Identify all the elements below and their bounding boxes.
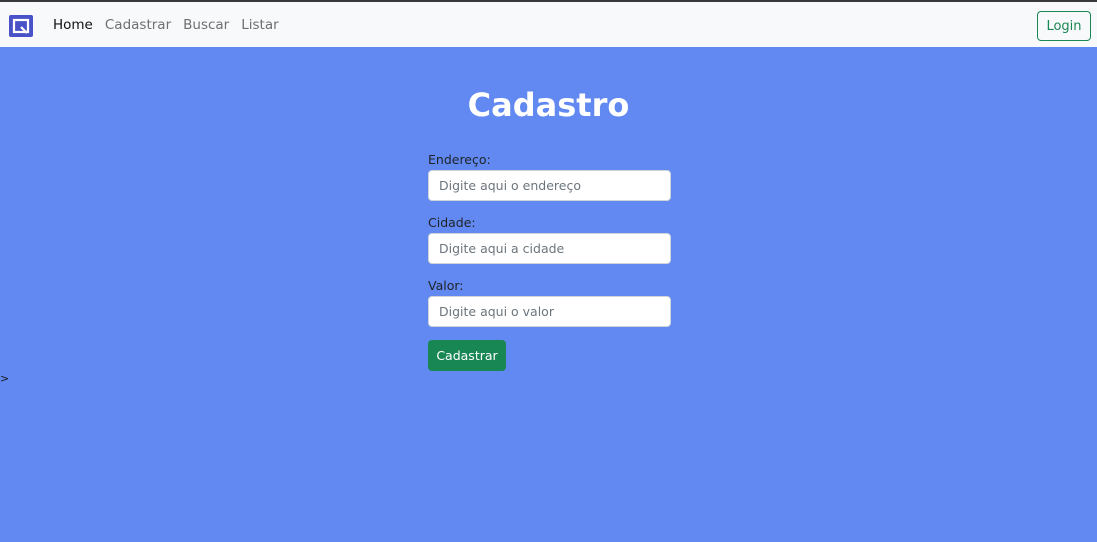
nav-link-listar[interactable]: Listar xyxy=(241,16,278,34)
navbar: Home Cadastrar Buscar Listar Login xyxy=(0,0,1097,47)
endereco-input[interactable] xyxy=(428,170,671,201)
login-button[interactable]: Login xyxy=(1037,11,1091,41)
cidade-input[interactable] xyxy=(428,233,671,264)
valor-input[interactable] xyxy=(428,296,671,327)
cidade-label: Cidade: xyxy=(428,215,476,230)
nav-link-cadastrar[interactable]: Cadastrar xyxy=(105,16,171,34)
nav-link-buscar[interactable]: Buscar xyxy=(183,16,229,34)
brand-logo-icon[interactable] xyxy=(9,15,33,37)
page-title: Cadastro xyxy=(467,86,630,124)
valor-label: Valor: xyxy=(428,278,464,293)
nav-links: Home Cadastrar Buscar Listar xyxy=(53,16,291,34)
nav-link-home[interactable]: Home xyxy=(53,16,93,34)
cadastrar-button[interactable]: Cadastrar xyxy=(428,340,506,371)
endereco-label: Endereço: xyxy=(428,152,491,167)
stray-text: > xyxy=(0,372,10,385)
